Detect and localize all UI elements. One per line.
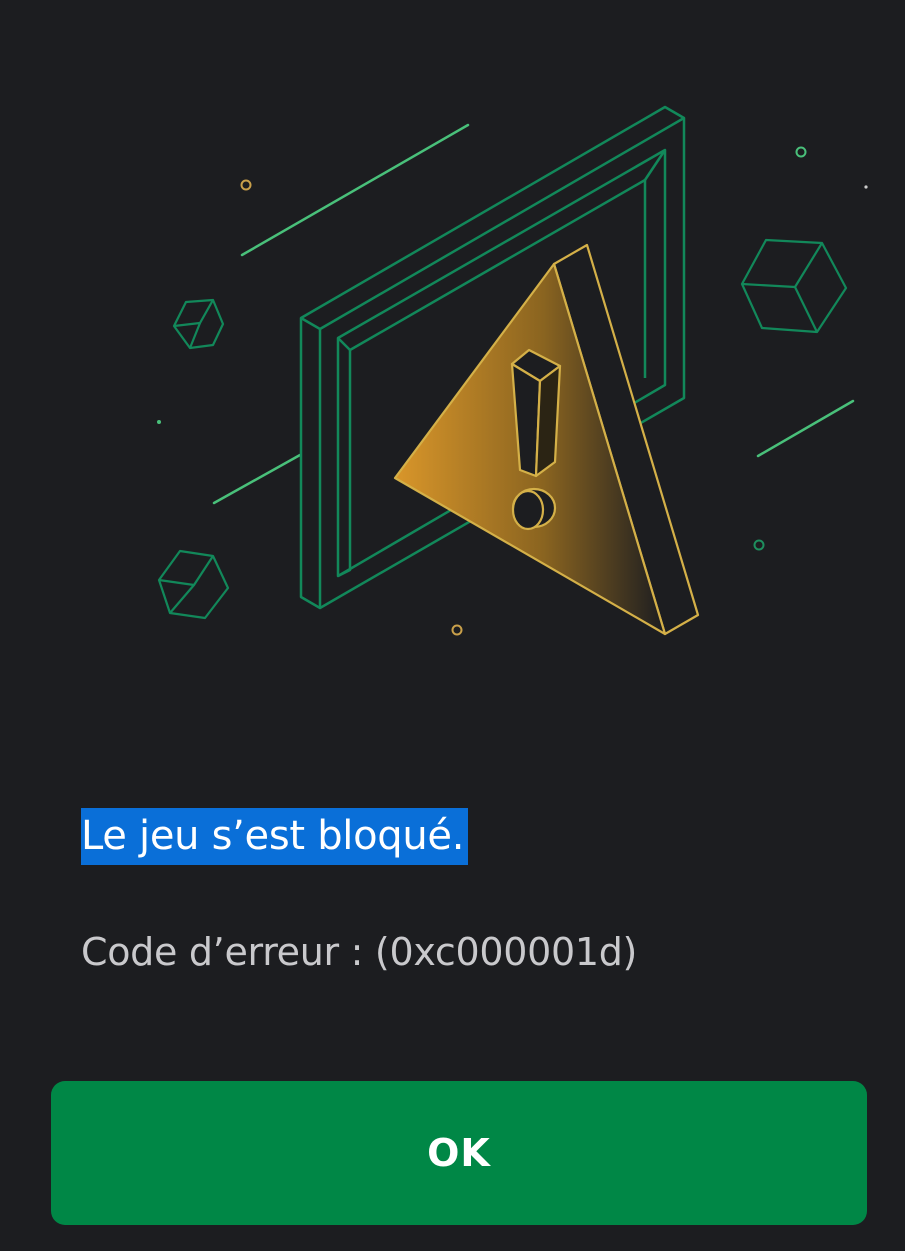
- dialog-title: Le jeu s’est bloqué.: [81, 808, 469, 865]
- error-code-text: Code d’erreur : (0xc000001d): [81, 930, 638, 974]
- error-dialog: Le jeu s’est bloqué. Code d’erreur : (0x…: [0, 0, 905, 1251]
- crash-illustration: [157, 105, 868, 636]
- warning-triangle-icon: [393, 243, 700, 636]
- ok-button[interactable]: OK: [51, 1081, 867, 1225]
- title-wrap: Le jeu s’est bloqué.: [81, 808, 469, 865]
